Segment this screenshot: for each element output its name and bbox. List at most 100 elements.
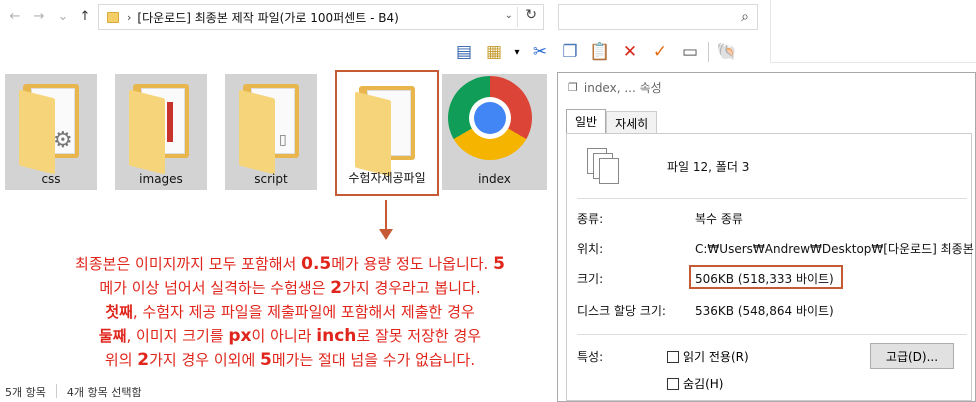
- note-text: 가지 경우라고 봅니다.: [342, 279, 481, 297]
- note-line-2: 메가 이상 넘어서 실격하는 수험생은 2가지 경우라고 봅니다.: [30, 276, 550, 300]
- chrome-ring: [469, 97, 511, 139]
- note-line-4: 둘째, 이미지 크기를 px이 아니라 inch로 잘못 저장한 경우: [30, 324, 550, 348]
- note-emphasis: 둘째: [98, 327, 127, 345]
- size-value: 506KB (518,333 바이트): [695, 272, 834, 286]
- address-dropdown-icon[interactable]: ⌄: [505, 10, 513, 21]
- note-line-1: 최종본은 이미지까지 모두 포함해서 0.5메가 용량 정도 나옵니다. 5: [30, 252, 550, 276]
- cut-icon[interactable]: ✂: [528, 40, 552, 64]
- up-arrow-icon[interactable]: ↑: [74, 6, 96, 28]
- address-divider: [517, 7, 518, 27]
- chrome-center: [474, 102, 506, 134]
- properties-dialog: ❐ index, ... 속성 일반 자세히 파일 12, 폴더 3 종류: 복…: [557, 72, 976, 402]
- item-label: css: [41, 172, 61, 186]
- file-explorer-window: ← → ⌄ ↑ › [다운로드] 최종본 제작 파일(가로 100퍼센트 - B…: [0, 0, 738, 402]
- address-bar[interactable]: › [다운로드] 최종본 제작 파일(가로 100퍼센트 - B4) ⌄ ↻: [98, 4, 544, 30]
- paste-icon[interactable]: 📋: [588, 40, 612, 64]
- check-icon[interactable]: ✓: [648, 40, 672, 64]
- status-bar: 5개 항목 4개 항목 선택함: [5, 384, 142, 400]
- folder-front: [239, 89, 275, 175]
- size-label: 크기:: [577, 272, 604, 286]
- note-text: 메가 이상 넘어서 실격하는 수험생은: [99, 279, 331, 297]
- note-text: 이 아니라: [251, 327, 317, 345]
- note-emphasis: inch: [316, 326, 357, 346]
- copy-files-icon: ❐: [568, 81, 578, 94]
- search-icon: ⌕: [741, 9, 749, 25]
- view-dropdown-icon[interactable]: ▾: [512, 40, 522, 64]
- tab-general[interactable]: 일반: [566, 109, 607, 136]
- status-divider: [55, 384, 57, 398]
- disk-size-value: 536KB (548,864 바이트): [695, 304, 834, 318]
- gear-icon: ⚙: [53, 128, 73, 153]
- note-emphasis: 2: [137, 350, 150, 370]
- copy-icon[interactable]: ❐: [558, 40, 582, 64]
- window-edge: [770, 0, 771, 62]
- note-emphasis: 5: [260, 350, 272, 370]
- dialog-title: ❐ index, ... 속성: [568, 79, 662, 96]
- selection-summary: 파일 12, 폴더 3: [667, 160, 750, 174]
- readonly-checkbox[interactable]: 읽기 전용(R): [667, 348, 749, 365]
- rename-icon[interactable]: ▭: [678, 40, 702, 64]
- file-item-index[interactable]: index: [442, 74, 547, 190]
- note-text: 가지 경우 이외에: [149, 351, 261, 369]
- type-value: 복수 종류: [695, 212, 743, 226]
- folder-front: [129, 89, 165, 175]
- note-emphasis: 첫째: [105, 303, 133, 321]
- annotation-arrow: [385, 200, 387, 232]
- recent-dropdown-icon[interactable]: ⌄: [52, 6, 74, 28]
- note-text: , 수험자 제공 파일을 제출파일에 포함해서 제출한 경우: [132, 303, 475, 321]
- window-edge: [770, 62, 976, 63]
- refresh-icon[interactable]: ↻: [525, 7, 537, 23]
- shell-icon[interactable]: 🐚: [715, 40, 739, 64]
- hidden-checkbox[interactable]: 숨김(H): [667, 375, 723, 392]
- note-text: 메가는 절대 넘을 수가 없습니다.: [271, 351, 476, 369]
- folder-item-css[interactable]: ⚙ css: [5, 74, 97, 190]
- toolbar: ▤ ▦ ▾ ✂ ❐ 📋 ✕ ✓ ▭ 🐚: [452, 38, 739, 66]
- attributes-label: 특성:: [577, 350, 604, 364]
- multiple-files-icon: [587, 148, 627, 186]
- location-value: C:₩Users₩Andrew₩Desktop₩[다운로드] 최종본: [695, 242, 974, 256]
- item-label: index: [478, 172, 511, 186]
- divider: [577, 334, 967, 335]
- note-emphasis: px: [228, 326, 252, 346]
- note-line-3: 첫째, 수험자 제공 파일을 제출파일에 포함해서 제출한 경우: [30, 300, 550, 324]
- dialog-title-text: index, ... 속성: [583, 81, 662, 95]
- note-emphasis: 2: [330, 278, 343, 298]
- folder-item-exam-files[interactable]: 수험자제공파일: [335, 70, 439, 196]
- annotation-text: 최종본은 이미지까지 모두 포함해서 0.5메가 용량 정도 나옵니다. 5 메…: [30, 252, 550, 372]
- breadcrumb-chevron-icon[interactable]: ›: [127, 11, 131, 24]
- note-line-5: 위의 2가지 경우 이외에 5메가는 절대 넘을 수가 없습니다.: [30, 348, 550, 372]
- annotation-arrow-head: [379, 229, 393, 240]
- advanced-button[interactable]: 고급(D)...: [870, 343, 954, 369]
- item-label: images: [139, 172, 183, 186]
- image-thumbnail-icon: [167, 102, 173, 142]
- disk-size-label: 디스크 할당 크기:: [577, 304, 666, 318]
- note-text: 위의: [104, 351, 138, 369]
- location-label: 위치:: [577, 242, 604, 256]
- note-text: 메가 용량 정도 나옵니다.: [331, 255, 494, 273]
- note-text: 로 잘못 저장한 경우: [356, 327, 482, 345]
- preview-pane-icon[interactable]: ▤: [452, 40, 476, 64]
- folder-icon: [107, 11, 119, 23]
- file-sheet: [599, 158, 619, 184]
- item-count: 5개 항목: [5, 386, 46, 399]
- checkbox-box[interactable]: [667, 377, 679, 390]
- folder-front: [19, 89, 55, 175]
- note-emphasis: 0.5: [301, 254, 332, 274]
- note-text: , 이미지 크기를: [126, 327, 229, 345]
- view-options-icon[interactable]: ▦: [482, 40, 506, 64]
- toolbar-divider: [708, 42, 709, 62]
- readonly-label: 읽기 전용(R): [683, 350, 749, 364]
- address-path[interactable]: [다운로드] 최종본 제작 파일(가로 100퍼센트 - B4): [137, 9, 398, 26]
- selected-count: 4개 항목 선택함: [66, 386, 142, 399]
- folder-item-images[interactable]: images: [115, 74, 207, 190]
- folder-item-script[interactable]: ▯ script: [225, 74, 317, 190]
- chrome-icon: [448, 76, 532, 160]
- note-emphasis: 5: [493, 254, 505, 274]
- item-label: script: [254, 172, 288, 186]
- item-label: 수험자제공파일: [348, 171, 426, 185]
- forward-arrow-icon[interactable]: →: [28, 6, 50, 28]
- checkbox-box[interactable]: [667, 350, 679, 363]
- delete-icon[interactable]: ✕: [618, 40, 642, 64]
- search-input[interactable]: ⌕: [558, 4, 758, 30]
- back-arrow-icon[interactable]: ←: [4, 6, 26, 28]
